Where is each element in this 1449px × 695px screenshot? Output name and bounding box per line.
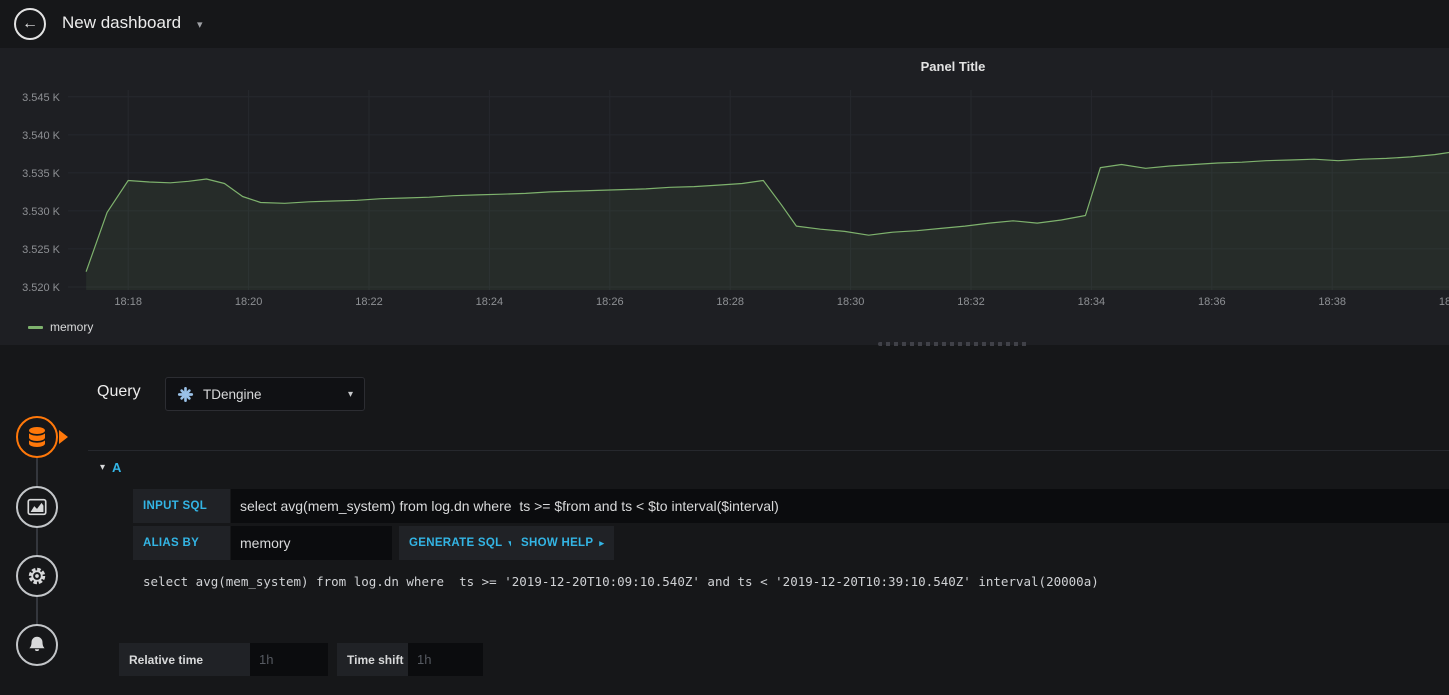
svg-text:3.540 K: 3.540 K — [22, 130, 61, 142]
time-series-chart[interactable]: 3.545 K 3.540 K 3.535 K 3.530 K 3.525 K 3.520… — [0, 48, 1449, 345]
legend-series-label: memory — [50, 320, 94, 334]
gear-icon — [28, 567, 46, 585]
bell-icon — [29, 636, 45, 652]
datasource-caret-icon: ▾ — [347, 388, 353, 400]
active-tab-arrow — [59, 430, 68, 444]
tab-queries[interactable] — [16, 416, 58, 458]
panel-resize-handle[interactable] — [878, 342, 1030, 346]
query-row-letter: A — [112, 460, 122, 475]
back-button[interactable]: ← — [14, 8, 46, 40]
svg-text:3.545 K: 3.545 K — [22, 92, 61, 104]
generate-sql-label: GENERATE SQL — [409, 537, 503, 549]
time-shift-label: Time shift — [337, 643, 408, 676]
top-navbar: ← New dashboard ▾ — [0, 0, 1449, 48]
graph-icon — [27, 498, 47, 516]
input-sql-field[interactable] — [231, 489, 1449, 523]
query-section-title: Query — [97, 383, 141, 400]
generated-sql-text: select avg(mem_system) from log.dn where… — [143, 574, 1099, 589]
svg-text:18:36: 18:36 — [1198, 296, 1226, 308]
svg-text:3.535 K: 3.535 K — [22, 168, 61, 180]
svg-text:18:18: 18:18 — [114, 296, 142, 308]
dashboard-title-caret-icon[interactable]: ▾ — [197, 18, 203, 31]
alias-by-label: ALIAS BY — [133, 526, 230, 560]
tab-general[interactable] — [16, 555, 58, 597]
query-row-separator — [88, 450, 1449, 451]
tab-visualization[interactable] — [16, 486, 58, 528]
datasource-picker[interactable]: TDengine ▾ — [165, 377, 365, 411]
show-help-button[interactable]: SHOW HELP ▸ — [511, 526, 615, 560]
svg-text:3.530 K: 3.530 K — [22, 206, 61, 218]
legend-item-memory[interactable]: memory — [28, 320, 93, 334]
svg-text:3.520 K: 3.520 K — [22, 282, 61, 294]
database-icon — [29, 427, 45, 447]
svg-text:18:40: 18:40 — [1439, 296, 1449, 308]
input-sql-label: INPUT SQL — [133, 489, 230, 523]
time-shift-input[interactable] — [408, 643, 483, 676]
alias-by-field[interactable] — [231, 526, 392, 560]
tab-connector-line — [36, 437, 38, 645]
relative-time-label: Relative time — [119, 643, 250, 676]
svg-text:3.525 K: 3.525 K — [22, 244, 61, 256]
svg-text:18:32: 18:32 — [957, 296, 985, 308]
svg-text:18:30: 18:30 — [837, 296, 865, 308]
panel-title[interactable]: Panel Title — [921, 59, 986, 74]
generate-sql-button[interactable]: GENERATE SQL ▾ — [399, 526, 524, 560]
svg-text:18:24: 18:24 — [476, 296, 504, 308]
svg-text:18:26: 18:26 — [596, 296, 624, 308]
query-row-toggle[interactable]: ▾ A — [100, 460, 121, 475]
dashboard-title[interactable]: New dashboard — [62, 13, 181, 33]
collapse-caret-icon: ▾ — [100, 462, 106, 473]
show-help-caret-icon: ▸ — [599, 537, 605, 548]
tab-alert[interactable] — [16, 624, 58, 666]
datasource-name: TDengine — [203, 386, 262, 402]
back-arrow-icon: ← — [22, 15, 38, 32]
svg-text:18:20: 18:20 — [235, 296, 263, 308]
show-help-label: SHOW HELP — [521, 537, 594, 549]
legend-series-color — [28, 325, 43, 329]
relative-time-input[interactable] — [250, 643, 328, 676]
svg-text:18:22: 18:22 — [355, 296, 383, 308]
svg-text:18:28: 18:28 — [716, 296, 744, 308]
tdengine-logo-icon — [177, 386, 194, 402]
graph-panel: 3.545 K 3.540 K 3.535 K 3.530 K 3.525 K 3.520… — [0, 48, 1449, 346]
svg-text:18:38: 18:38 — [1318, 296, 1346, 308]
svg-text:18:34: 18:34 — [1078, 296, 1106, 308]
